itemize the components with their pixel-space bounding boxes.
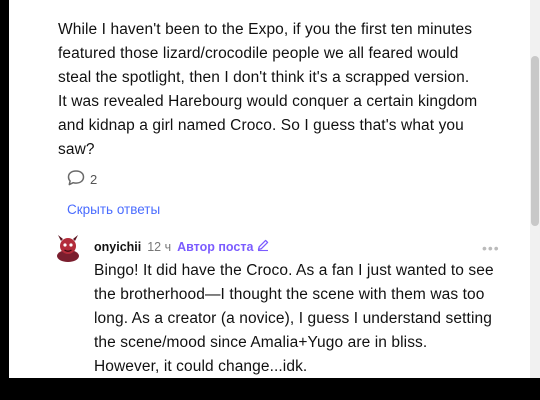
pencil-icon: [256, 238, 270, 255]
username[interactable]: onyichii: [94, 240, 141, 254]
reply-count-button[interactable]: 2: [66, 168, 97, 191]
reply-header: onyichii 12 ч Автор поста: [94, 238, 270, 255]
reply-line: Bingo! It did have the Croco. As a fan I…: [94, 262, 494, 279]
comment-line: steal the spotlight, then I don't think …: [58, 69, 470, 86]
hide-replies-link[interactable]: Скрыть ответы: [67, 202, 160, 217]
bottom-bar: [0, 378, 540, 400]
reply-count-value: 2: [90, 172, 98, 187]
comment-line: and kidnap a girl named Croco. So I gues…: [58, 117, 464, 134]
reply-body: Bingo! It did have the Croco. As a fan I…: [94, 259, 514, 379]
comment-line: featured those lizard/crocodile people w…: [58, 45, 459, 62]
avatar-character-icon: [57, 235, 79, 262]
left-edge: [0, 0, 9, 378]
reply-line: long. As a creator (a novice), I guess I…: [94, 310, 492, 327]
reply-line: the brotherhood—I thought the scene with…: [94, 286, 485, 303]
author-badge-label: Автор поста: [177, 239, 254, 254]
avatar[interactable]: [54, 232, 82, 262]
screen-frame: While I haven't been to the Expo, if you…: [0, 0, 540, 400]
reply-line: the scene/mood since Amalia+Yugo are in …: [94, 334, 428, 351]
scrollbar-thumb[interactable]: [531, 56, 539, 226]
author-badge: Автор поста: [177, 238, 270, 255]
speech-bubble-icon: [66, 168, 86, 191]
timestamp: 12 ч: [147, 239, 172, 254]
comment-body: While I haven't been to the Expo, if you…: [58, 18, 508, 162]
more-options-button[interactable]: •••: [482, 240, 500, 256]
comment-line: While I haven't been to the Expo, if you…: [58, 21, 473, 38]
comment-line: saw?: [58, 141, 95, 158]
comment-line: It was revealed Harebourg would conquer …: [58, 93, 478, 110]
reply-line: However, it could change...idk.: [94, 358, 308, 375]
